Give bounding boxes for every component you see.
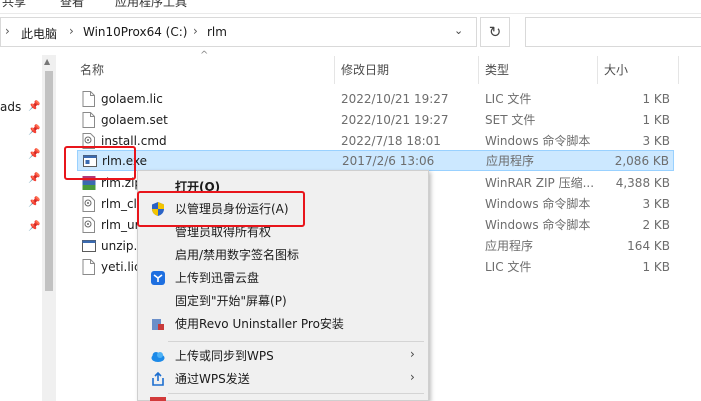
menu-label: 启用/禁用数字签名图标 <box>175 248 300 262</box>
file-name: golaem.lic <box>101 92 163 106</box>
file-type: Windows 命令脚本 <box>485 197 591 211</box>
highlight-box-run-as-admin <box>137 191 305 227</box>
menu-label: 固定到"开始"屏幕(P) <box>175 294 287 308</box>
file-type: LIC 文件 <box>485 92 532 106</box>
file-type: Windows 命令脚本 <box>485 218 591 232</box>
breadcrumb-separator: › <box>5 24 10 38</box>
file-size: 2 KB <box>642 218 670 232</box>
column-header-name[interactable]: 名称 <box>80 58 104 82</box>
menu-item-wps-send[interactable]: 通过WPS发送 › <box>138 368 428 390</box>
menu-item-icon-partial <box>150 397 166 401</box>
file-type: Windows 命令脚本 <box>485 134 591 148</box>
document-icon <box>82 91 95 107</box>
file-date: 2017/2/6 13:06 <box>342 154 435 168</box>
column-header-type[interactable]: 类型 <box>485 58 509 82</box>
menu-label: 上传或同步到WPS <box>175 349 274 363</box>
column-divider[interactable] <box>334 56 335 84</box>
pin-icon: 📌 <box>28 101 41 112</box>
file-date: 2022/10/21 19:27 <box>341 92 449 106</box>
menu-label: 通过WPS发送 <box>175 372 250 386</box>
search-input[interactable] <box>525 17 701 47</box>
column-divider[interactable] <box>678 56 679 84</box>
script-icon <box>82 196 95 212</box>
scroll-up-icon[interactable]: ▲ <box>44 57 50 66</box>
document-icon <box>82 112 95 128</box>
file-name: yeti.lic <box>101 260 141 274</box>
menu-item-revo-uninstall[interactable]: 使用Revo Uninstaller Pro安装 <box>138 313 428 335</box>
document-icon <box>82 259 95 275</box>
file-type: 应用程序 <box>485 239 534 253</box>
column-divider[interactable] <box>478 56 479 84</box>
file-row[interactable]: golaem.lic 2022/10/21 19:27 LIC 文件 1 KB <box>77 89 674 110</box>
file-date: 2022/10/21 19:27 <box>341 113 449 127</box>
wps-share-icon <box>152 371 164 386</box>
menu-label: 使用Revo Uninstaller Pro安装 <box>175 317 344 331</box>
scrollbar-thumb[interactable] <box>45 71 53 291</box>
column-divider[interactable] <box>597 56 598 84</box>
file-size: 164 KB <box>627 239 670 253</box>
breadcrumb-this-pc[interactable]: 此电脑 <box>21 25 57 42</box>
menu-separator <box>168 341 424 342</box>
file-size: 3 KB <box>642 197 670 211</box>
menu-item-signature-icon[interactable]: 启用/禁用数字签名图标 <box>138 244 428 266</box>
file-row[interactable]: install.cmd 2022/7/18 18:01 Windows 命令脚本… <box>77 131 674 152</box>
wps-cloud-icon <box>151 352 165 362</box>
file-type: LIC 文件 <box>485 260 532 274</box>
sort-ascending-icon: ^ <box>200 50 209 61</box>
column-header-size[interactable]: 大小 <box>604 58 628 82</box>
menu-separator <box>168 393 424 394</box>
breadcrumb-separator: › <box>69 24 74 38</box>
chevron-right-icon: › <box>410 347 415 361</box>
file-name: rlm_ur <box>101 218 140 232</box>
breadcrumb-rlm[interactable]: rlm <box>207 25 227 39</box>
pin-icon: 📌 <box>28 197 41 208</box>
menu-label: 上传到迅雷云盘 <box>175 271 260 285</box>
nav-item-downloads[interactable]: ads <box>0 100 21 114</box>
file-name: golaem.set <box>101 113 168 127</box>
ribbon-tabs: 共享 查看 应用程序工具 <box>0 0 701 14</box>
breadcrumb-drive-c[interactable]: Win10Prox64 (C:) <box>83 25 187 39</box>
file-size: 1 KB <box>642 92 670 106</box>
revo-uninstaller-icon <box>152 319 164 330</box>
address-bar[interactable]: › 此电脑 › Win10Prox64 (C:) › rlm ⌄ <box>0 17 477 47</box>
file-type: SET 文件 <box>485 113 536 127</box>
ribbon-tab-view[interactable]: 查看 <box>60 0 84 10</box>
pin-icon: 📌 <box>28 149 41 160</box>
ribbon-tab-share[interactable]: 共享 <box>2 0 26 10</box>
file-type: WinRAR ZIP 压缩... <box>485 176 595 190</box>
chevron-down-icon[interactable]: ⌄ <box>454 24 463 37</box>
file-size: 1 KB <box>642 113 670 127</box>
pin-icon: 📌 <box>28 221 41 232</box>
file-size: 1 KB <box>642 260 670 274</box>
xunlei-cloud-icon <box>151 271 165 285</box>
column-header-date[interactable]: 修改日期 <box>341 58 389 82</box>
menu-item-upload-xunlei[interactable]: 上传到迅雷云盘 <box>138 267 428 289</box>
file-size: 2,086 KB <box>614 154 669 168</box>
menu-item-wps-sync[interactable]: 上传或同步到WPS › <box>138 345 428 367</box>
script-icon <box>82 217 95 233</box>
menu-item-pin-start[interactable]: 固定到"开始"屏幕(P) <box>138 290 428 312</box>
refresh-icon: ↻ <box>488 23 502 41</box>
address-row: › 此电脑 › Win10Prox64 (C:) › rlm ⌄ ↻ <box>0 16 701 50</box>
file-name: rlm_cl <box>101 197 137 211</box>
file-date: 2022/7/18 18:01 <box>341 134 441 148</box>
highlight-box-file <box>64 146 136 180</box>
pin-icon: 📌 <box>28 125 41 136</box>
refresh-button[interactable]: ↻ <box>480 17 510 47</box>
breadcrumb-separator: › <box>193 24 198 38</box>
exe-icon <box>82 240 96 252</box>
nav-scrollbar[interactable]: ▲ <box>42 55 56 401</box>
file-row-selected[interactable]: rlm.exe 2017/2/6 13:06 应用程序 2,086 KB <box>77 150 674 171</box>
file-row[interactable]: golaem.set 2022/10/21 19:27 SET 文件 1 KB <box>77 110 674 131</box>
file-type: 应用程序 <box>486 154 535 168</box>
chevron-right-icon: › <box>410 370 415 384</box>
ribbon-tab-app-tools[interactable]: 应用程序工具 <box>115 0 187 10</box>
file-size: 4,388 KB <box>615 176 670 190</box>
pin-icon: 📌 <box>28 173 41 184</box>
file-size: 3 KB <box>642 134 670 148</box>
